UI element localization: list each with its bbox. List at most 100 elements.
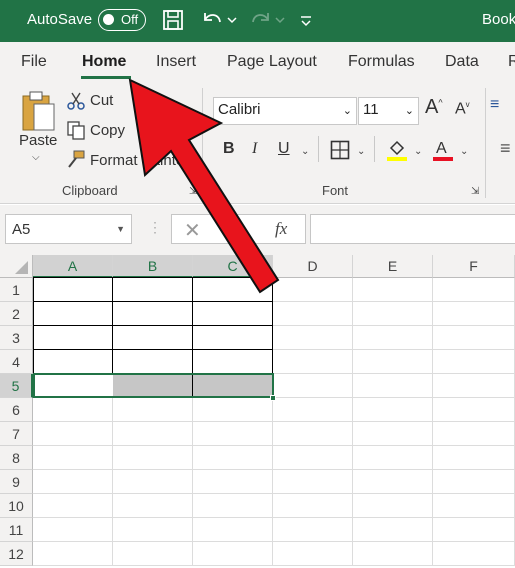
cell-f12[interactable]	[433, 542, 515, 566]
cell-b9[interactable]	[113, 470, 193, 494]
row-header-4[interactable]: 4	[0, 350, 33, 374]
align-icon[interactable]: ≡	[490, 96, 499, 114]
underline-dropdown-icon[interactable]: ⌄	[301, 146, 309, 157]
cell-d3[interactable]	[273, 326, 353, 350]
cell-b2[interactable]	[113, 302, 193, 326]
cell-f11[interactable]	[433, 518, 515, 542]
tab-formulas[interactable]: Formulas	[348, 53, 415, 71]
cell-b8[interactable]	[113, 446, 193, 470]
drag-handle-icon[interactable]: ⋮	[148, 219, 162, 236]
cell-f9[interactable]	[433, 470, 515, 494]
cell-d9[interactable]	[273, 470, 353, 494]
cell-e11[interactable]	[353, 518, 433, 542]
cell-d11[interactable]	[273, 518, 353, 542]
cell-e10[interactable]	[353, 494, 433, 518]
cell-f3[interactable]	[433, 326, 515, 350]
italic-button[interactable]: I	[252, 140, 257, 158]
active-cell[interactable]	[35, 375, 113, 396]
cell-e12[interactable]	[353, 542, 433, 566]
cell-a12[interactable]	[33, 542, 113, 566]
cell-b1[interactable]	[113, 278, 193, 302]
cell-a9[interactable]	[33, 470, 113, 494]
cell-a8[interactable]	[33, 446, 113, 470]
cell-a7[interactable]	[33, 422, 113, 446]
cell-a2[interactable]	[33, 302, 113, 326]
cell-f1[interactable]	[433, 278, 515, 302]
cell-f10[interactable]	[433, 494, 515, 518]
cell-b6[interactable]	[113, 398, 193, 422]
row-header-12[interactable]: 12	[0, 542, 33, 566]
row-header-7[interactable]: 7	[0, 422, 33, 446]
cell-e1[interactable]	[353, 278, 433, 302]
cell-a4[interactable]	[33, 350, 113, 374]
copy-icon[interactable]	[66, 120, 86, 140]
cell-c3[interactable]	[193, 326, 273, 350]
cell-b12[interactable]	[113, 542, 193, 566]
paste-button[interactable]: Paste	[19, 132, 57, 149]
cut-icon[interactable]	[66, 91, 86, 111]
fill-handle[interactable]	[270, 395, 276, 401]
cell-a6[interactable]	[33, 398, 113, 422]
column-header-e[interactable]: E	[353, 255, 433, 278]
undo-icon[interactable]	[199, 9, 237, 31]
cell-b3[interactable]	[113, 326, 193, 350]
grow-font-icon[interactable]: A^	[425, 96, 443, 119]
column-header-c[interactable]: C	[193, 255, 273, 278]
cell-e8[interactable]	[353, 446, 433, 470]
highlight-dropdown-icon[interactable]: ⌄	[414, 146, 422, 157]
column-header-b[interactable]: B	[113, 255, 193, 278]
cell-f6[interactable]	[433, 398, 515, 422]
cell-c1[interactable]	[193, 278, 273, 302]
cell-f7[interactable]	[433, 422, 515, 446]
cell-d6[interactable]	[273, 398, 353, 422]
cell-c5[interactable]	[193, 374, 273, 398]
cell-b5[interactable]	[113, 374, 193, 398]
cell-f2[interactable]	[433, 302, 515, 326]
clipboard-launcher-icon[interactable]: ⇲	[189, 186, 197, 197]
font-name-box[interactable]: Calibri ⌄	[213, 97, 357, 125]
cell-f4[interactable]	[433, 350, 515, 374]
cell-f8[interactable]	[433, 446, 515, 470]
borders-icon[interactable]	[330, 140, 350, 160]
cell-f5[interactable]	[433, 374, 515, 398]
cell-c6[interactable]	[193, 398, 273, 422]
underline-button[interactable]: U	[278, 140, 290, 158]
cell-a11[interactable]	[33, 518, 113, 542]
worksheet-grid[interactable]: A B C D E F 1 2 3 4 5 6 7 8 9 10 11 12	[0, 255, 515, 568]
cancel-icon[interactable]: ✕	[184, 218, 201, 243]
select-all-button[interactable]	[0, 255, 33, 278]
cell-e6[interactable]	[353, 398, 433, 422]
cell-e7[interactable]	[353, 422, 433, 446]
cell-c7[interactable]	[193, 422, 273, 446]
format-painter-button[interactable]: Format Painter	[90, 152, 189, 169]
cell-d5[interactable]	[273, 374, 353, 398]
redo-icon[interactable]	[248, 9, 286, 31]
cell-b10[interactable]	[113, 494, 193, 518]
customize-qat-icon[interactable]	[298, 9, 314, 31]
tab-home[interactable]: Home	[82, 53, 126, 71]
cut-button[interactable]: Cut	[90, 92, 113, 109]
row-header-3[interactable]: 3	[0, 326, 33, 350]
cell-e9[interactable]	[353, 470, 433, 494]
cell-c2[interactable]	[193, 302, 273, 326]
font-launcher-icon[interactable]: ⇲	[471, 186, 479, 197]
cell-d1[interactable]	[273, 278, 353, 302]
cell-a3[interactable]	[33, 326, 113, 350]
tab-page-layout[interactable]: Page Layout	[227, 53, 317, 71]
paste-dropdown-icon[interactable]: ⌵	[32, 152, 40, 163]
paste-icon[interactable]	[20, 90, 58, 134]
cell-e5[interactable]	[353, 374, 433, 398]
row-header-8[interactable]: 8	[0, 446, 33, 470]
cell-b4[interactable]	[113, 350, 193, 374]
autosave-toggle[interactable]: Off	[98, 9, 146, 31]
cell-c12[interactable]	[193, 542, 273, 566]
cell-d2[interactable]	[273, 302, 353, 326]
bold-button[interactable]: B	[223, 140, 235, 158]
shrink-font-icon[interactable]: Av	[455, 100, 470, 118]
row-header-10[interactable]: 10	[0, 494, 33, 518]
row-header-1[interactable]: 1	[0, 278, 33, 302]
cell-c10[interactable]	[193, 494, 273, 518]
cell-d12[interactable]	[273, 542, 353, 566]
row-header-2[interactable]: 2	[0, 302, 33, 326]
column-header-f[interactable]: F	[433, 255, 515, 278]
